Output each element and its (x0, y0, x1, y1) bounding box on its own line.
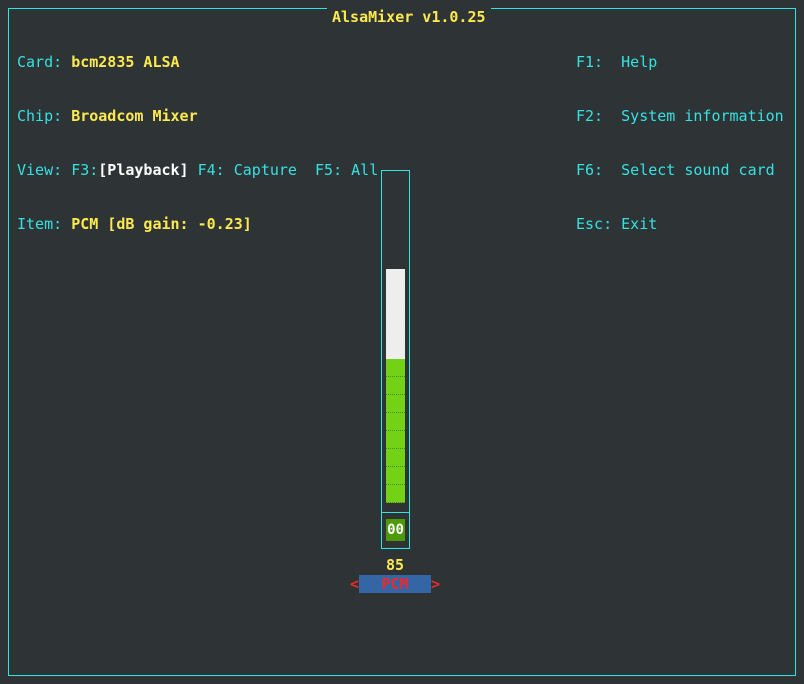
view-playback-option[interactable]: [Playback] (98, 161, 188, 179)
key-esc: Esc: (576, 215, 613, 233)
item-value: PCM [dB gain: -0.23] (71, 215, 252, 233)
volume-bar-segment (386, 359, 405, 377)
view-label: View: (17, 161, 63, 179)
view-capture-option[interactable]: F4: Capture (198, 161, 297, 179)
volume-bar-segment (386, 467, 405, 485)
item-row: Item: PCM [dB gain: -0.23] (17, 215, 378, 233)
key-f6: F6: (576, 161, 604, 179)
key-select-card-row[interactable]: F6: Select sound card (576, 161, 784, 179)
volume-bar-segment (386, 449, 405, 467)
volume-bar-segment (386, 305, 405, 323)
volume-bar-segment (386, 395, 405, 413)
right-arrow: > (431, 575, 441, 593)
volume-bar-segment (386, 413, 405, 431)
volume-bar (386, 233, 405, 503)
key-f2-action: System information (621, 107, 784, 125)
channel-selector[interactable]: < PCM > (350, 575, 442, 593)
volume-bar-segment (386, 431, 405, 449)
channel-name-pcm[interactable]: PCM (359, 575, 431, 593)
key-exit-row[interactable]: Esc: Exit (576, 215, 784, 233)
view-row: View: F3:[Playback] F4: Capture F5: All (17, 161, 378, 179)
volume-bar-segment (386, 269, 405, 287)
key-f2: F2: (576, 107, 604, 125)
volume-bar-segment (386, 485, 405, 503)
view-all-option[interactable]: F5: All (315, 161, 378, 179)
meter-divider (382, 512, 409, 513)
pcm-volume-meter[interactable]: 00 (381, 170, 410, 549)
item-label: Item: (17, 215, 63, 233)
left-arrow: < (350, 575, 360, 593)
info-panel: Card: bcm2835 ALSA Chip: Broadcom Mixer … (17, 17, 378, 251)
key-f6-action: Select sound card (621, 161, 775, 179)
volume-value: 85 (385, 556, 405, 574)
key-system-info-row[interactable]: F2: System information (576, 107, 784, 125)
volume-bar-segment (386, 323, 405, 341)
key-help-row[interactable]: F1: Help (576, 53, 784, 71)
key-f1-action: Help (621, 53, 658, 71)
view-playback-key: F3: (71, 161, 99, 179)
card-value: bcm2835 ALSA (71, 53, 180, 71)
card-row: Card: bcm2835 ALSA (17, 53, 378, 71)
volume-bar-segment (386, 341, 405, 359)
key-esc-action: Exit (621, 215, 658, 233)
card-label: Card: (17, 53, 63, 71)
chip-label: Chip: (17, 107, 63, 125)
volume-bar-segment (386, 377, 405, 395)
mute-indicator[interactable]: 00 (386, 519, 405, 541)
chip-value: Broadcom Mixer (71, 107, 198, 125)
key-f1: F1: (576, 53, 604, 71)
key-help-panel: F1: Help F2: System information F6: Sele… (576, 17, 784, 251)
volume-bar-segment (386, 287, 405, 305)
chip-row: Chip: Broadcom Mixer (17, 107, 378, 125)
